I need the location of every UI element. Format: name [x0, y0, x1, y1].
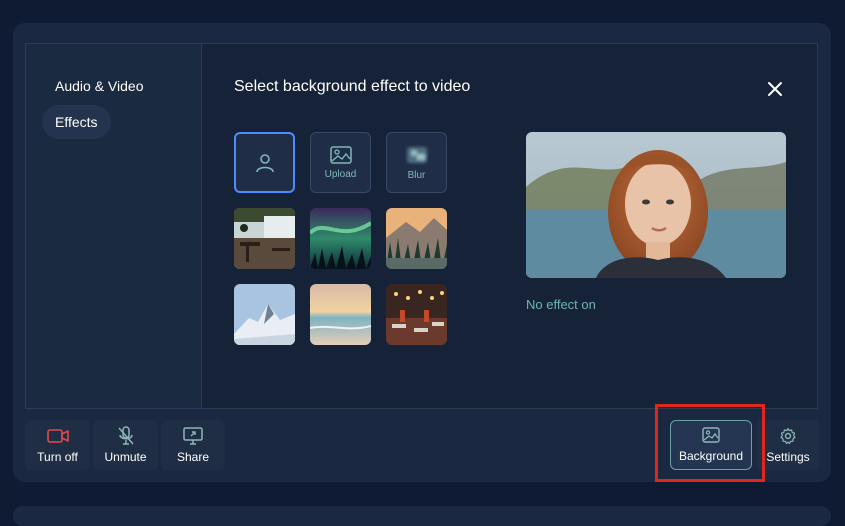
gear-icon	[779, 427, 797, 445]
toolbar-label: Share	[176, 450, 210, 464]
close-icon	[768, 82, 782, 96]
turn-off-video-button[interactable]: Turn off	[25, 420, 90, 470]
toolbar-label: Unmute	[104, 450, 147, 464]
background-aurora-forest[interactable]	[310, 208, 371, 269]
upload-option[interactable]: Upload	[310, 132, 371, 193]
background-mountain-forest-sunset[interactable]	[386, 208, 447, 269]
background-restaurant-lights[interactable]	[386, 284, 447, 345]
microphone-muted-icon	[117, 426, 135, 445]
settings-sidebar: Audio & Video Effects	[26, 44, 202, 408]
no-effect-option[interactable]	[234, 132, 295, 193]
dialog-title: Select background effect to video	[234, 78, 471, 95]
effect-status: No effect on	[526, 297, 596, 312]
sidebar-item-effects[interactable]: Effects	[42, 105, 111, 139]
blur-icon	[406, 146, 427, 163]
settings-button[interactable]: Settings	[757, 420, 819, 470]
background-beach-sunset[interactable]	[310, 284, 371, 345]
image-icon	[329, 145, 352, 164]
sidebar-item-label: Effects	[55, 114, 98, 130]
toolbar-label: Settings	[766, 450, 810, 464]
video-camera-icon	[46, 427, 69, 445]
background-cafe-interior[interactable]	[234, 208, 295, 269]
annotation-highlight-box	[655, 404, 765, 482]
video-preview	[526, 132, 786, 278]
share-screen-icon	[183, 427, 203, 445]
blur-option[interactable]: Blur	[386, 132, 447, 193]
panel-edge	[13, 506, 831, 526]
background-effects-dialog: Audio & Video Effects Select background …	[25, 43, 818, 409]
close-button[interactable]	[764, 78, 786, 100]
unmute-button[interactable]: Unmute	[93, 420, 158, 470]
share-screen-button[interactable]: Share	[161, 420, 225, 470]
background-snowy-mountain[interactable]	[234, 284, 295, 345]
option-label: Upload	[324, 168, 357, 180]
person-icon	[255, 153, 274, 172]
sidebar-item-label: Audio & Video	[55, 78, 144, 94]
sidebar-item-audio-video[interactable]: Audio & Video	[42, 69, 156, 103]
option-label: Blur	[407, 169, 426, 181]
toolbar-label: Turn off	[37, 450, 78, 464]
